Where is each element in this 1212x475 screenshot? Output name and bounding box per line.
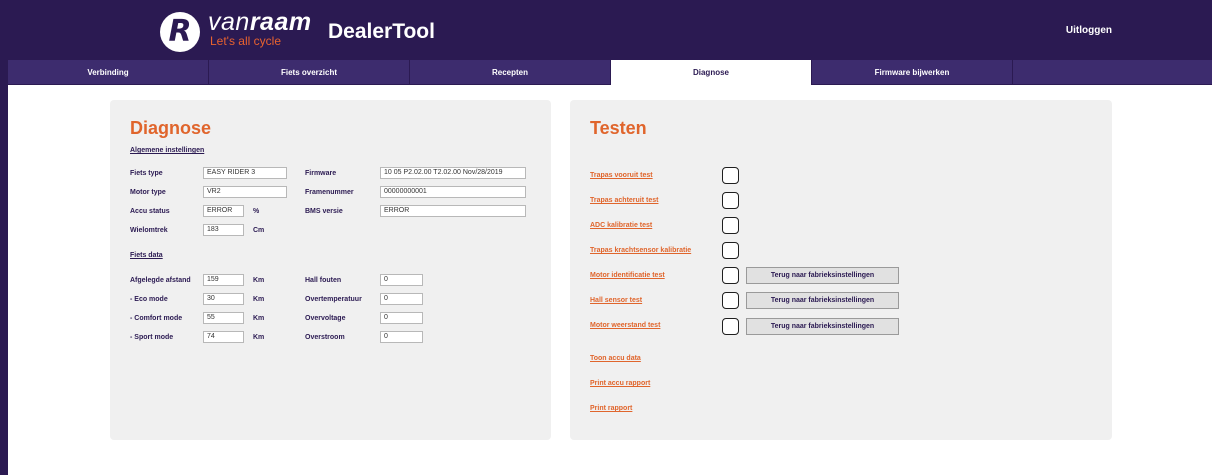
window-edge	[0, 0, 8, 475]
tests-title: Testen	[590, 118, 647, 138]
tab-recepten[interactable]: Recepten	[410, 60, 611, 85]
tab-fiets-overzicht[interactable]: Fiets overzicht	[209, 60, 410, 85]
bms-version-label: BMS versie	[305, 208, 343, 215]
eco-mode-label: - Eco mode	[130, 296, 168, 303]
frame-number-label: Framenummer	[305, 189, 354, 196]
bike-type-label: Fiets type	[130, 170, 163, 177]
app-title: DealerTool	[328, 20, 435, 43]
test-link-adc-calibration[interactable]: ADC kalibratie test	[590, 222, 652, 229]
overvoltage-field[interactable]: 0	[380, 312, 423, 324]
comfort-mode-unit: Km	[253, 315, 265, 322]
test-link-motor-identification[interactable]: Motor identificatie test	[590, 272, 665, 279]
overvoltage-label: Overvoltage	[305, 315, 346, 322]
app-header: R vanraam Let's all cycle DealerTool Uit…	[8, 0, 1212, 60]
test-checkbox-pedal-forward[interactable]	[722, 167, 739, 184]
bms-version-field[interactable]: ERROR	[380, 205, 526, 217]
overtemp-label: Overtemperatuur	[305, 296, 362, 303]
test-link-pedal-backward[interactable]: Trapas achteruit test	[590, 197, 658, 204]
firmware-label: Firmware	[305, 170, 337, 177]
distance-field[interactable]: 159	[203, 274, 244, 286]
factory-reset-button-hall-sensor[interactable]: Terug naar fabrieksinstellingen	[746, 292, 899, 309]
hall-errors-field[interactable]: 0	[380, 274, 423, 286]
logout-link[interactable]: Uitloggen	[1066, 25, 1112, 36]
motor-type-field[interactable]: VR2	[203, 186, 287, 198]
bike-data-heading: Fiets data	[130, 252, 163, 259]
overcurrent-field[interactable]: 0	[380, 331, 423, 343]
battery-status-label: Accu status	[130, 208, 170, 215]
print-battery-report-link[interactable]: Print accu rapport	[590, 380, 650, 387]
test-checkbox-hall-sensor[interactable]	[722, 292, 739, 309]
general-settings-heading: Algemene instellingen	[130, 147, 205, 154]
comfort-mode-field[interactable]: 55	[203, 312, 244, 324]
factory-reset-button-motor-resistance[interactable]: Terug naar fabrieksinstellingen	[746, 318, 899, 335]
sport-mode-field[interactable]: 74	[203, 331, 244, 343]
test-link-hall-sensor[interactable]: Hall sensor test	[590, 297, 642, 304]
test-checkbox-pedal-backward[interactable]	[722, 192, 739, 209]
test-checkbox-torque-sensor-calibration[interactable]	[722, 242, 739, 259]
print-report-link[interactable]: Print rapport	[590, 405, 632, 412]
bike-type-field[interactable]: EASY RIDER 3	[203, 167, 287, 179]
test-link-pedal-forward[interactable]: Trapas vooruit test	[590, 172, 653, 179]
brand-prefix: van	[208, 8, 250, 36]
battery-status-field[interactable]: ERROR	[203, 205, 244, 217]
overtemp-field[interactable]: 0	[380, 293, 423, 305]
test-checkbox-motor-resistance[interactable]	[722, 318, 739, 335]
eco-mode-field[interactable]: 30	[203, 293, 244, 305]
comfort-mode-label: - Comfort mode	[130, 315, 183, 322]
motor-type-label: Motor type	[130, 189, 166, 196]
hall-errors-label: Hall fouten	[305, 277, 342, 284]
test-link-torque-sensor-calibration[interactable]: Trapas krachtsensor kalibratie	[590, 247, 691, 254]
tab-firmware-bijwerken[interactable]: Firmware bijwerken	[812, 60, 1013, 85]
wheel-circumference-unit: Cm	[253, 227, 265, 234]
distance-unit: Km	[253, 277, 265, 284]
main-nav: Verbinding Fiets overzicht Recepten Diag…	[8, 60, 1212, 85]
brand-slogan: Let's all cycle	[210, 34, 281, 48]
test-link-motor-resistance[interactable]: Motor weerstand test	[590, 322, 660, 329]
distance-label: Afgelegde afstand	[130, 277, 191, 284]
tab-diagnose[interactable]: Diagnose	[611, 60, 812, 85]
show-battery-data-link[interactable]: Toon accu data	[590, 355, 641, 362]
eco-mode-unit: Km	[253, 296, 265, 303]
test-checkbox-adc-calibration[interactable]	[722, 217, 739, 234]
app-window: R vanraam Let's all cycle DealerTool Uit…	[0, 0, 1212, 475]
brand-suffix: raam	[249, 8, 312, 36]
factory-reset-button-motor-identification[interactable]: Terug naar fabrieksinstellingen	[746, 267, 899, 284]
frame-number-field[interactable]: 00000000001	[380, 186, 526, 198]
vanraam-logo-icon: R	[160, 12, 200, 52]
tab-verbinding[interactable]: Verbinding	[8, 60, 209, 85]
firmware-field[interactable]: 10 05 P2.02.00 T2.02.00 Nov/28/2019	[380, 167, 526, 179]
diagnose-panel: Diagnose Algemene instellingen Fiets typ…	[110, 100, 551, 440]
test-checkbox-motor-identification[interactable]	[722, 267, 739, 284]
sport-mode-label: - Sport mode	[130, 334, 174, 341]
overcurrent-label: Overstroom	[305, 334, 345, 341]
battery-status-unit: %	[253, 208, 260, 215]
sport-mode-unit: Km	[253, 334, 265, 341]
brand-name: vanraam	[208, 8, 312, 37]
wheel-circumference-label: Wielomtrek	[130, 227, 168, 234]
diagnose-title: Diagnose	[130, 118, 212, 138]
tests-panel: Testen Trapas vooruit test Trapas achter…	[570, 100, 1112, 440]
wheel-circumference-field[interactable]: 183	[203, 224, 244, 236]
